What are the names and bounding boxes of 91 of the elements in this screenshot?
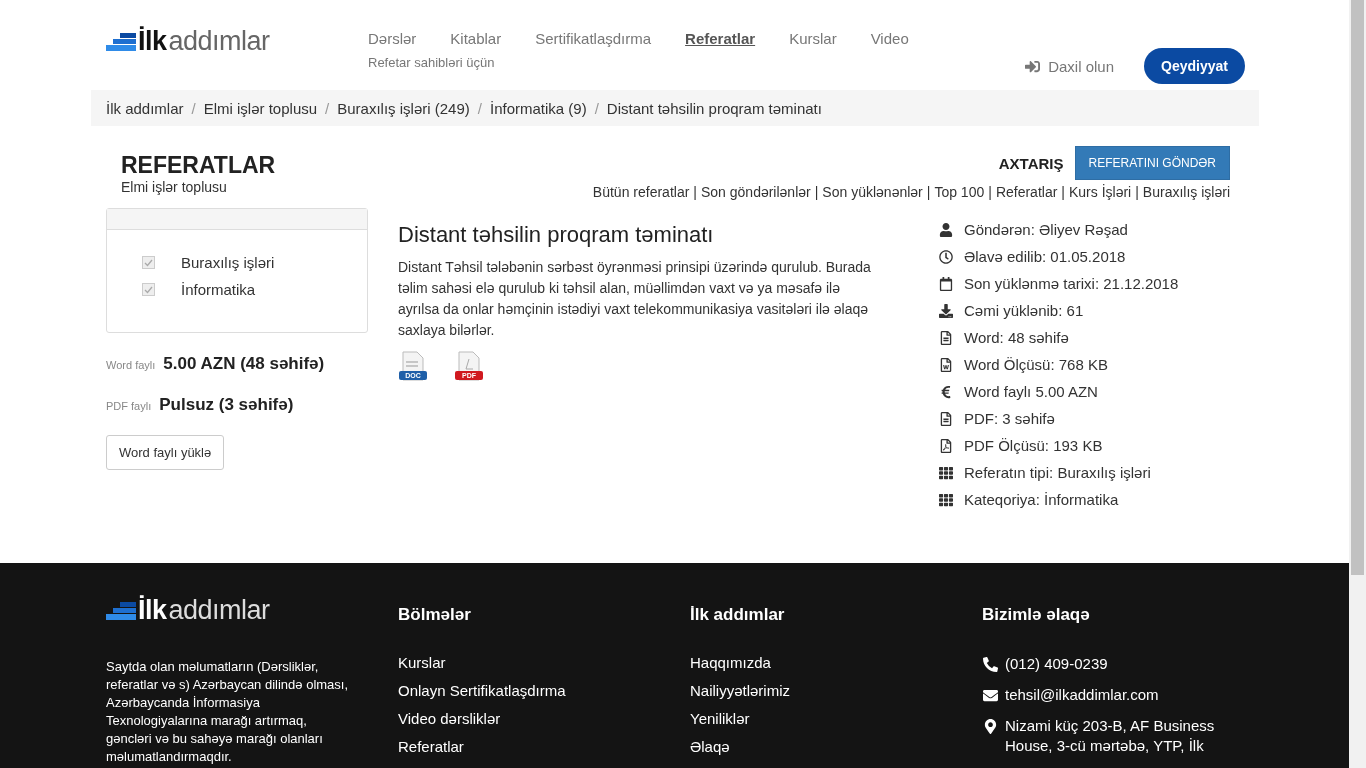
nav-link[interactable]: Dərslər bbox=[368, 30, 417, 47]
info-text: PDF Ölçüsü: 193 KB bbox=[964, 437, 1103, 454]
price-value: 5.00 AZN (48 səhifə) bbox=[163, 354, 325, 374]
filter-label: Buraxılış işləri bbox=[181, 254, 275, 271]
footer-link[interactable]: Yeniliklər bbox=[690, 710, 982, 727]
logo-stripes-icon bbox=[106, 32, 136, 51]
link-separator: | bbox=[693, 184, 697, 200]
breadcrumb-link[interactable]: İnformatika (9) bbox=[489, 99, 587, 117]
link-separator: | bbox=[926, 184, 931, 200]
info-text: Əlavə edilib: 01.05.2018 bbox=[964, 248, 1126, 265]
envelope-icon bbox=[982, 688, 998, 702]
footer-about-text: Saytda olan məlumatların (Dərsliklər, referatlar və s) Azərbaycan dilində olması, Azərbaycanda İnformasiya Texnologiyalarına marağı artırmaq, gəncləri və bu sahəyə marağı olanları məlumatlandırmaqdır. bbox=[106, 658, 350, 766]
download-button[interactable]: Word faylı yüklə bbox=[106, 435, 225, 470]
footer-link[interactable]: Nailiyyətlərimiz bbox=[690, 682, 982, 699]
checkbox[interactable] bbox=[142, 256, 155, 269]
calendar-icon bbox=[938, 276, 954, 291]
footer-link[interactable]: Video dərsliklər bbox=[398, 710, 690, 727]
nav-link[interactable]: Referatlar bbox=[685, 30, 756, 47]
map-pin-icon bbox=[982, 719, 998, 733]
category-link[interactable]: Son göndərilənlər bbox=[700, 184, 811, 200]
breadcrumb-separator: / bbox=[594, 99, 599, 117]
scrollbar[interactable] bbox=[1349, 0, 1366, 768]
info-text: Word Ölçüsü: 768 KB bbox=[964, 356, 1108, 373]
breadcrumb-link[interactable]: İlk addımlar bbox=[106, 99, 184, 117]
sign-in-icon bbox=[1025, 58, 1041, 74]
document-icon bbox=[938, 330, 954, 345]
breadcrumb-separator: / bbox=[191, 99, 196, 117]
footer-heading: Bizimlə əlaqə bbox=[982, 605, 1091, 625]
footer-link[interactable]: Kurslar bbox=[398, 654, 690, 671]
info-text: Word faylı 5.00 AZN bbox=[964, 383, 1098, 400]
info-text: Göndərən: Əliyev Rəşad bbox=[964, 221, 1128, 238]
info-text: Word: 48 səhifə bbox=[964, 329, 1069, 346]
clock-icon bbox=[938, 249, 954, 264]
footer-link[interactable]: Əlaqə bbox=[690, 738, 982, 755]
footer-heading: Bölmələr bbox=[398, 605, 472, 625]
footer-link[interactable]: Haqqımızda bbox=[690, 654, 982, 671]
price-label: PDF faylı bbox=[106, 400, 152, 412]
category-link[interactable]: Top 100 bbox=[934, 184, 985, 200]
link-separator: | bbox=[988, 184, 992, 200]
info-text: Kateqoriya: İnformatika bbox=[964, 491, 1119, 508]
category-link[interactable]: Son yüklənənlər bbox=[822, 184, 923, 200]
section-title: REFERATLAR bbox=[120, 152, 277, 179]
nav-link[interactable]: Sertifikatlaşdırma bbox=[535, 30, 652, 47]
user-icon bbox=[938, 222, 954, 237]
info-text: PDF: 3 səhifə bbox=[964, 410, 1055, 427]
filter-label: İnformatika bbox=[181, 281, 256, 298]
article-description: Distant Təhsil tələbənin sərbəst öyrənməsi prinsipi üzərində qurulub. Burada təlim sahəsi elə qurulub ki təhsil alan, müəllimdən vaxt və ya məsafə ilə ayrılsa da onlar həmçinin istədiyi vaxt telekommunikasiya vasitələri ilə əlaqə saxlaya bilərlər. bbox=[398, 258, 872, 340]
link-separator: | bbox=[1061, 184, 1065, 200]
breadcrumb-link[interactable]: Distant təhsilin proqram təminatı bbox=[606, 99, 822, 117]
contact-text: (012) 409-0239 bbox=[1005, 654, 1108, 674]
search-link[interactable]: AXTARIŞ bbox=[998, 154, 1064, 172]
category-link[interactable]: Buraxılış işləri bbox=[1142, 184, 1230, 200]
section-subtitle: Elmi işlər toplusu bbox=[120, 179, 228, 195]
word-file-icon bbox=[938, 357, 954, 372]
link-separator: | bbox=[814, 184, 819, 200]
grid-icon bbox=[938, 492, 954, 507]
download-icon bbox=[938, 303, 954, 318]
login-link[interactable]: Daxil olun bbox=[1025, 57, 1115, 75]
grid-icon bbox=[938, 465, 954, 480]
nav-link[interactable]: Kitablar bbox=[450, 30, 502, 47]
info-text: Son yüklənmə tarixi: 21.12.2018 bbox=[964, 275, 1179, 292]
footer-link[interactable]: Referatlar bbox=[398, 738, 690, 755]
nav-link[interactable]: Video bbox=[870, 30, 909, 47]
info-text: Cəmi yüklənib: 61 bbox=[964, 302, 1084, 319]
breadcrumb-separator: / bbox=[325, 99, 330, 117]
category-link[interactable]: Referatlar bbox=[995, 184, 1058, 200]
breadcrumb-link[interactable]: Elmi işlər toplusu bbox=[203, 99, 318, 117]
contact-text: tehsil@ilkaddimlar.com bbox=[1005, 685, 1159, 705]
site-logo[interactable]: İlkaddımlar bbox=[138, 595, 270, 626]
price-value: Pulsuz (3 səhifə) bbox=[159, 395, 294, 415]
register-button[interactable]: Qeydiyyat bbox=[1144, 48, 1245, 84]
category-link[interactable]: Kurs İşləri bbox=[1069, 184, 1132, 200]
pdf-file-icon bbox=[938, 438, 954, 453]
contact-text: Nizami küç 203-B, AF Business House, 3-cü mərtəbə, YTP, İlk bbox=[1005, 716, 1216, 756]
article-title: Distant təhsilin proqram təminatı bbox=[398, 222, 715, 248]
nav-link[interactable]: Kurslar bbox=[789, 30, 837, 47]
nav-sub-link[interactable]: Refetar sahibləri üçün bbox=[368, 55, 909, 70]
category-link[interactable]: Bütün referatlar bbox=[592, 184, 690, 200]
document-icon bbox=[938, 411, 954, 426]
info-text: Referatın tipi: Buraxılış işləri bbox=[964, 464, 1151, 481]
submit-button[interactable]: REFERATINI GÖNDƏR bbox=[1074, 146, 1230, 180]
link-separator: | bbox=[1135, 184, 1139, 200]
price-label: Word faylı bbox=[106, 359, 156, 371]
checkbox[interactable] bbox=[142, 283, 155, 296]
site-logo[interactable]: İlkaddımlar bbox=[138, 26, 270, 57]
footer-heading: İlk addımlar bbox=[690, 605, 786, 625]
breadcrumb-link[interactable]: Buraxılış işləri (249) bbox=[337, 99, 470, 117]
footer-link[interactable]: Onlayn Sertifikatlaşdırma bbox=[398, 682, 690, 699]
phone-icon bbox=[982, 657, 998, 671]
logo-stripes-icon bbox=[106, 601, 136, 620]
breadcrumb-separator: / bbox=[477, 99, 482, 117]
